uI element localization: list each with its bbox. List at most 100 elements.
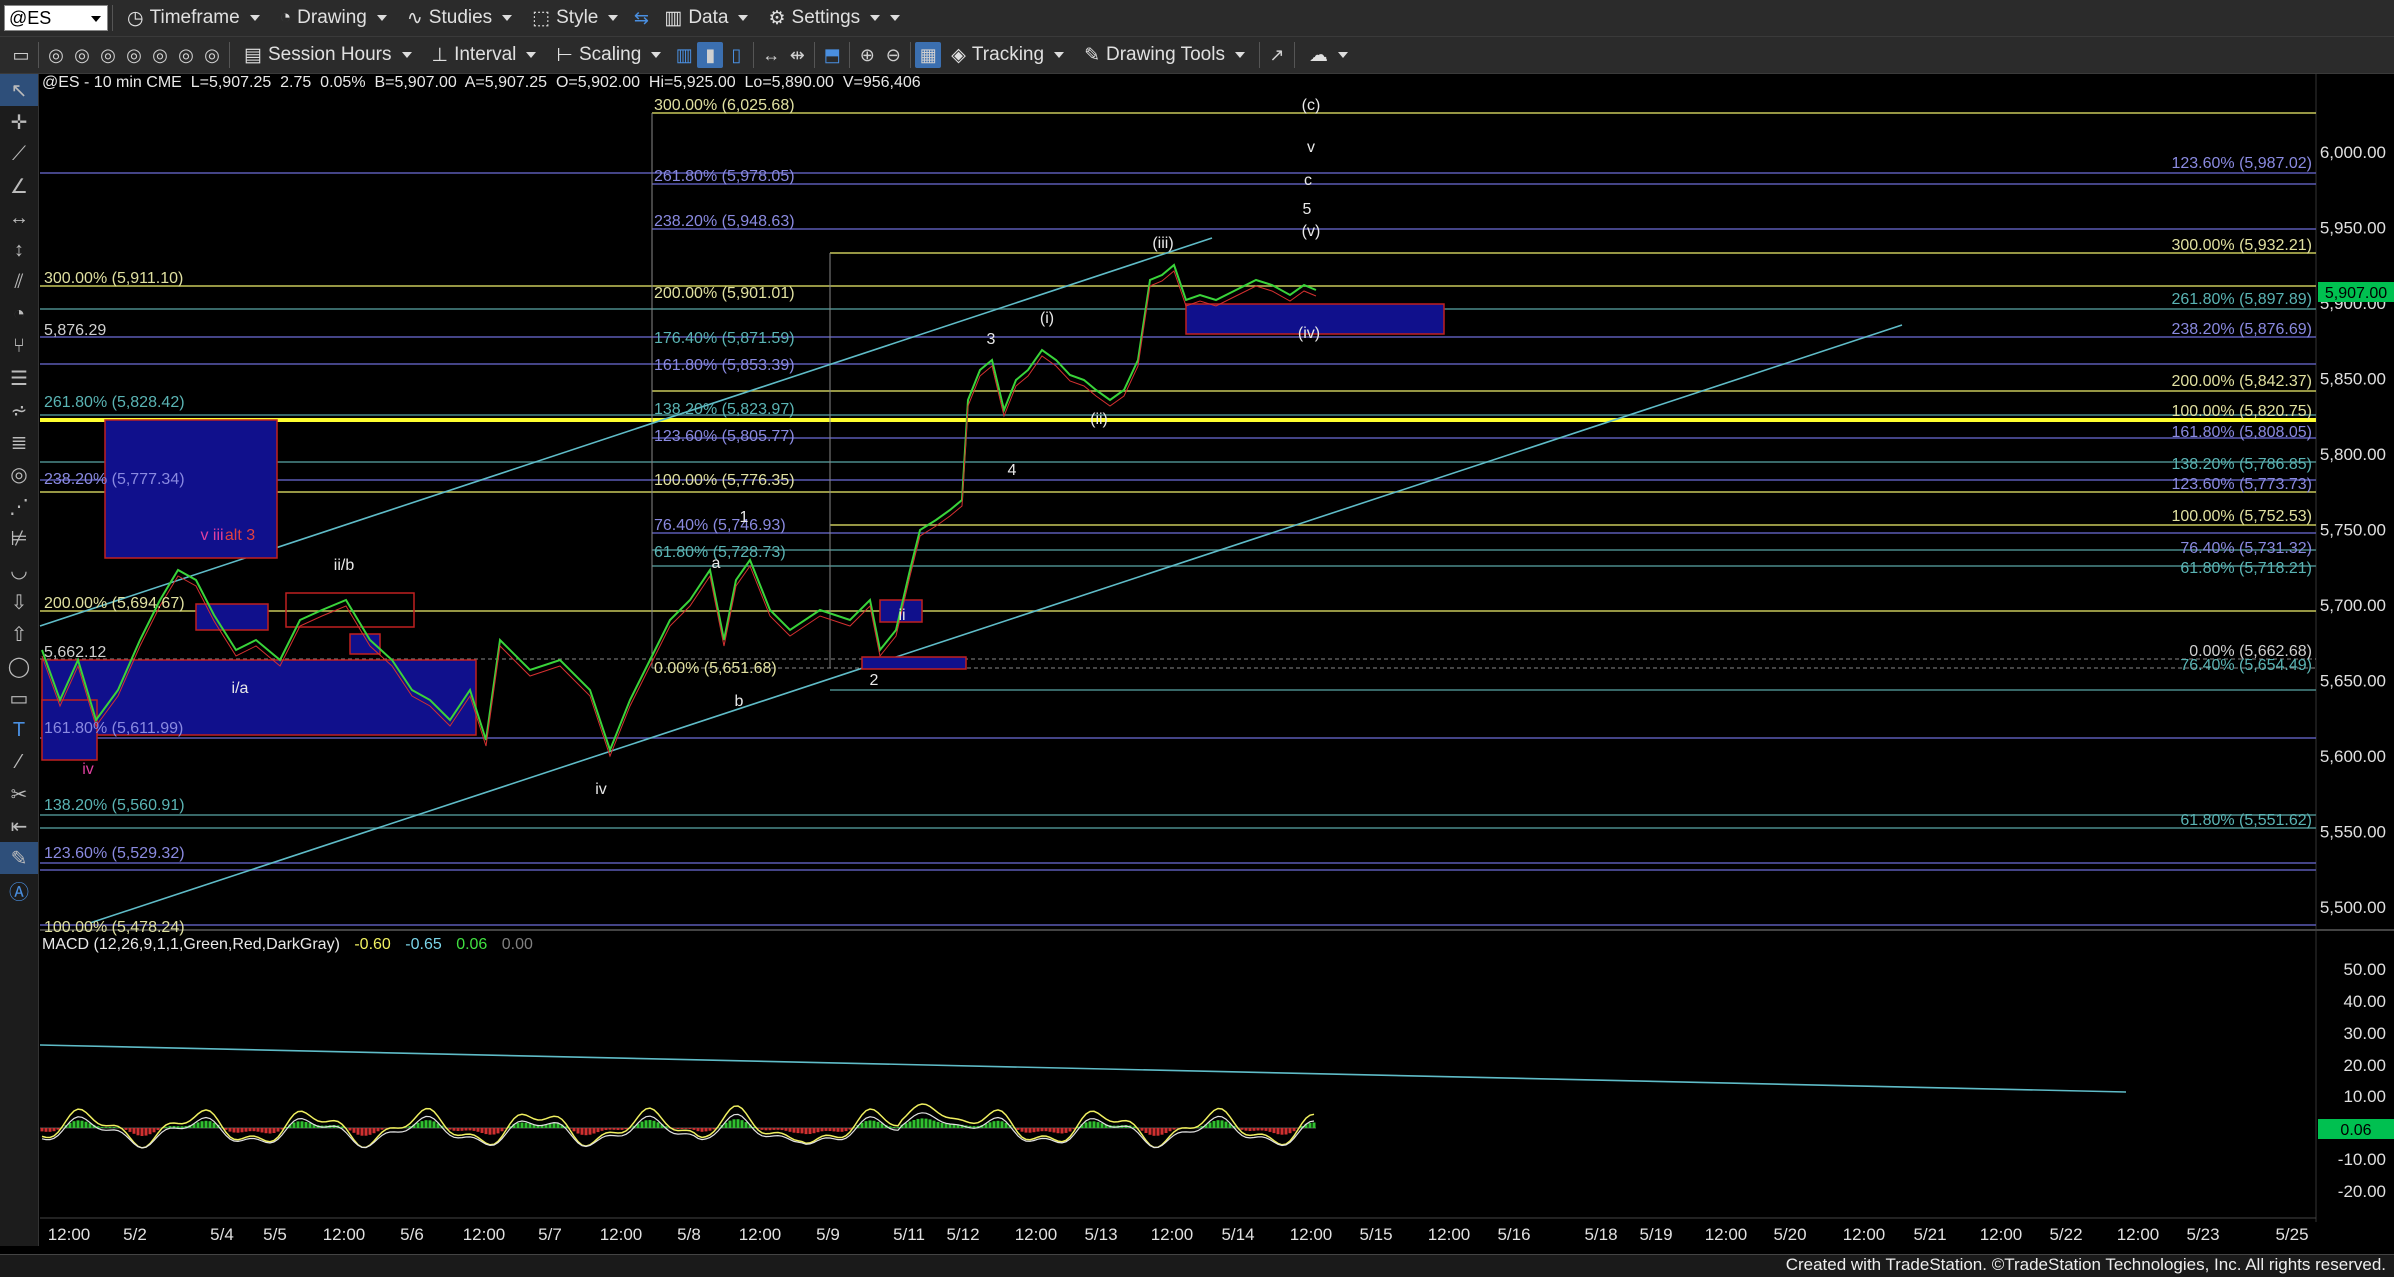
price-axis: 6,000.005,950.005,900.005,850.005,800.00…	[2320, 143, 2386, 917]
macd-tick-label: 10.00	[2343, 1087, 2386, 1106]
time-tick-label: 5/18	[1584, 1225, 1617, 1244]
wave-label: (iv)	[1298, 325, 1320, 342]
wave-label: (c)	[1302, 97, 1321, 114]
price-tick-label: 5,650.00	[2320, 672, 2386, 691]
time-tick-label: 12:00	[1290, 1225, 1333, 1244]
time-tick-label: 5/13	[1084, 1225, 1117, 1244]
price-tick-label: 5,750.00	[2320, 521, 2386, 540]
fib-label: 5,662.12	[44, 644, 106, 661]
fib-label: 123.60% (5,987.02)	[2171, 155, 2312, 172]
fib-label: 261.80% (5,978.05)	[654, 168, 795, 185]
wave-label: iv	[595, 781, 607, 798]
macd-tick-label: -10.00	[2338, 1150, 2386, 1169]
fib-label: 261.80% (5,897.89)	[2171, 291, 2312, 308]
time-tick-label: 5/6	[400, 1225, 424, 1244]
time-tick-label: 5/23	[2186, 1225, 2219, 1244]
wave-label: (v)	[1302, 223, 1321, 240]
fib-label: 161.80% (5,808.05)	[2171, 424, 2312, 441]
time-tick-label: 5/22	[2049, 1225, 2082, 1244]
fib-label: 61.80% (5,718.21)	[2180, 560, 2312, 577]
fib-labels-left: 300.00% (5,911.10) 5,876.29 261.80% (5,8…	[44, 270, 185, 936]
fib-label: 123.60% (5,805.77)	[654, 428, 795, 445]
fib-label: 61.80% (5,551.62)	[2180, 812, 2312, 829]
fib-label: 138.20% (5,823.97)	[654, 401, 795, 418]
fib-label: 200.00% (5,694.67)	[44, 595, 185, 612]
fib-label: 123.60% (5,773.73)	[2171, 476, 2312, 493]
time-tick-label: 12:00	[463, 1225, 506, 1244]
wave-label: ii/b	[334, 557, 355, 574]
time-tick-label: 12:00	[600, 1225, 643, 1244]
wave-label: 5	[1303, 201, 1312, 218]
fib-label: 5,876.29	[44, 322, 106, 339]
wave-label: (iii)	[1152, 235, 1173, 252]
fib-label: 138.20% (5,786.85)	[2171, 456, 2312, 473]
fib-label: 176.40% (5,871.59)	[654, 330, 795, 347]
fib-label: 76.40% (5,731.32)	[2180, 540, 2312, 557]
time-tick-label: 12:00	[739, 1225, 782, 1244]
fib-label: 200.00% (5,901.01)	[654, 285, 795, 302]
chart-canvas[interactable]: 300.00% (5,911.10) 5,876.29 261.80% (5,8…	[0, 0, 2394, 1277]
fib-levels	[40, 112, 2316, 926]
fib-label: 238.20% (5,948.63)	[654, 213, 795, 230]
wave-label: ii	[898, 607, 905, 624]
wave-label: c	[1304, 172, 1312, 189]
fib-label: 76.40% (5,654.49)	[2180, 657, 2312, 674]
price-tick-label: 5,950.00	[2320, 219, 2386, 238]
time-tick-label: 5/21	[1913, 1225, 1946, 1244]
fib-label: 300.00% (5,932.21)	[2171, 237, 2312, 254]
macd-title: MACD (12,26,9,1,1,Green,Red,DarkGray)	[42, 936, 340, 953]
macd-tick-label: -20.00	[2338, 1182, 2386, 1201]
fib-label: 76.40% (5,746.93)	[654, 517, 786, 534]
symbol-info-line: @ES - 10 min CME L=5,907.25 2.75 0.05% B…	[42, 74, 921, 92]
time-tick-label: 5/15	[1359, 1225, 1392, 1244]
fib-label: 100.00% (5,478.24)	[44, 919, 185, 936]
open-price: O=5,902.00	[555, 74, 641, 91]
net-change: 2.75	[280, 74, 312, 91]
time-tick-label: 12:00	[323, 1225, 366, 1244]
time-tick-label: 12:00	[1428, 1225, 1471, 1244]
time-tick-label: 5/14	[1221, 1225, 1254, 1244]
time-tick-label: 5/2	[123, 1225, 147, 1244]
ask-price: A=5,907.25	[464, 74, 548, 91]
macd-tick-label: 30.00	[2343, 1024, 2386, 1043]
wave-label: 2	[870, 672, 879, 689]
fib-label: 238.20% (5,777.34)	[44, 471, 185, 488]
bid-price: B=5,907.00	[374, 74, 457, 91]
time-axis: 12:00 5/2 5/4 5/5 12:00 5/6 12:00 5/7 12:00 5/8 12…	[48, 1225, 2309, 1244]
wave-label: i/a	[232, 680, 249, 697]
fib-label: 261.80% (5,828.42)	[44, 394, 185, 411]
macd-tick-label: 40.00	[2343, 992, 2386, 1011]
wave-label: alt 3	[225, 527, 255, 544]
fib-label: 123.60% (5,529.32)	[44, 845, 185, 862]
price-tick-label: 5,500.00	[2320, 898, 2386, 917]
macd-series	[40, 1103, 1316, 1149]
wave-label: v iii	[200, 527, 223, 544]
time-tick-label: 12:00	[2117, 1225, 2160, 1244]
time-tick-label: 12:00	[1151, 1225, 1194, 1244]
price-tick-label: 5,600.00	[2320, 747, 2386, 766]
fib-label: 161.80% (5,853.39)	[654, 357, 795, 374]
fib-label: 100.00% (5,752.53)	[2171, 508, 2312, 525]
copyright-footer: Created with TradeStation. ©TradeStation…	[1785, 1255, 2386, 1274]
wave-label: 4	[1008, 462, 1017, 479]
wave-label: v	[1307, 139, 1315, 156]
high-price: Hi=5,925.00	[648, 74, 736, 91]
time-tick-label: 5/12	[946, 1225, 979, 1244]
wave-label: (i)	[1040, 310, 1054, 327]
fib-label: 138.20% (5,560.91)	[44, 797, 185, 814]
fib-label: 100.00% (5,820.75)	[2171, 403, 2312, 420]
wave-label: iv	[82, 761, 94, 778]
time-tick-label: 12:00	[1980, 1225, 2023, 1244]
fib-label: 100.00% (5,776.35)	[654, 472, 795, 489]
time-tick-label: 5/5	[263, 1225, 287, 1244]
macd-zero: 0.00	[501, 936, 533, 953]
symbol-line: @ES - 10 min CME	[42, 74, 182, 91]
fib-labels-right: 123.60% (5,987.02) 300.00% (5,932.21) 26…	[2171, 155, 2312, 829]
price-tick-label: 5,800.00	[2320, 445, 2386, 464]
time-tick-label: 5/8	[677, 1225, 701, 1244]
macd-axis: 50.00 40.00 30.00 20.00 10.00 -10.00 -20.00	[2338, 960, 2386, 1201]
macd-hist: 0.06	[456, 936, 488, 953]
time-tick-label: 5/7	[538, 1225, 562, 1244]
volume: V=956,406	[842, 74, 921, 91]
macd-value: -0.60	[354, 936, 391, 953]
